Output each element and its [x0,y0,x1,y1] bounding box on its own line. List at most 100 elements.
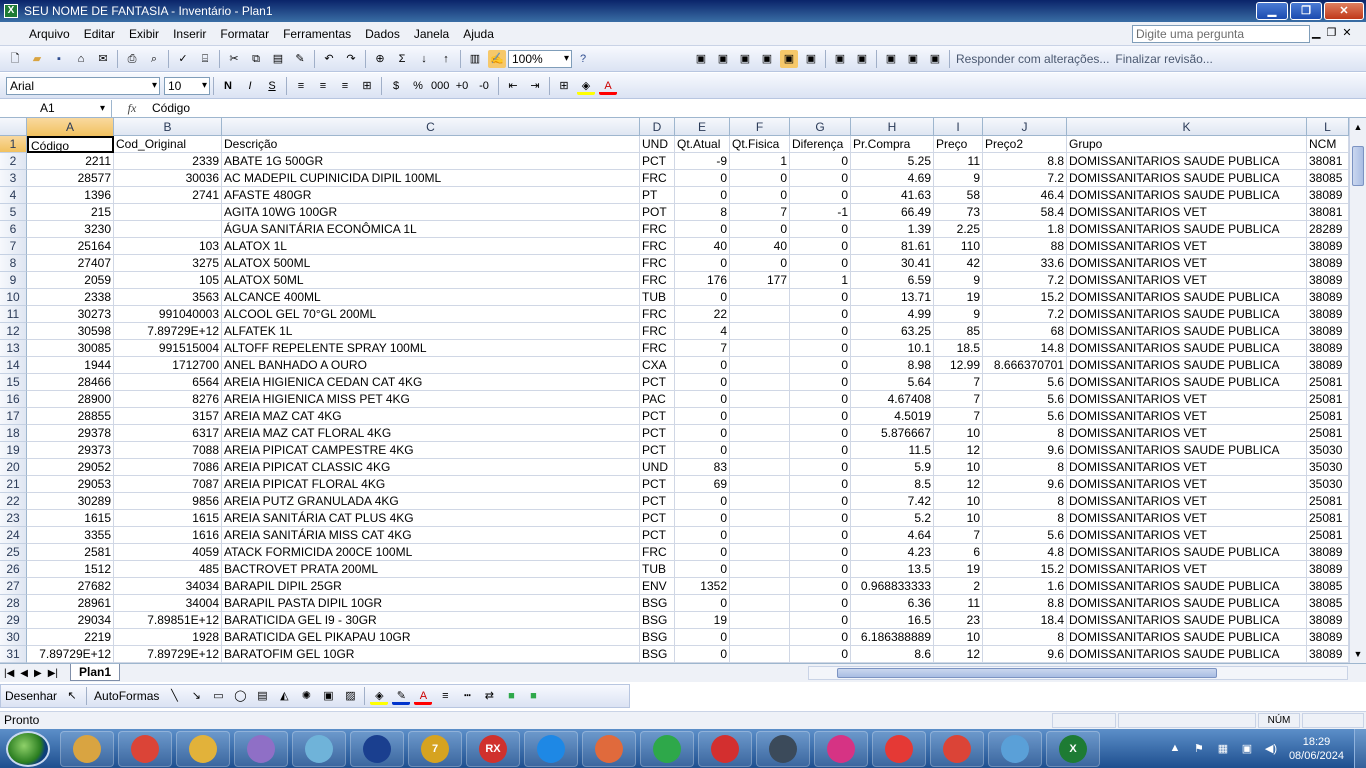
table-cell[interactable]: 5.6 [983,391,1067,408]
table-cell[interactable]: 13.5 [851,561,934,578]
font-color-draw-icon[interactable]: A [414,687,433,705]
table-cell[interactable]: 83 [675,459,730,476]
table-cell[interactable]: DOMISSANITARIOS SAUDE PUBLICA [1067,340,1307,357]
save-icon[interactable]: ▪ [50,50,68,68]
increase-indent-icon[interactable]: ⇥ [526,77,544,95]
insert-function-button[interactable]: fx [112,101,152,116]
row-header[interactable]: 14 [0,357,27,374]
row-header[interactable]: 6 [0,221,27,238]
table-cell[interactable] [730,578,790,595]
table-cell[interactable]: DOMISSANITARIOS VET [1067,255,1307,272]
scroll-down-icon[interactable]: ▼ [1352,647,1364,661]
table-cell[interactable]: 25081 [1307,527,1349,544]
table-cell[interactable]: 0 [675,255,730,272]
fill-color-draw-icon[interactable]: ◈ [370,687,389,705]
table-cell[interactable]: 0 [790,153,851,170]
font-size-select[interactable]: 10 [164,77,210,95]
table-cell[interactable] [114,221,222,238]
table-cell[interactable]: 19 [675,612,730,629]
table-cell[interactable]: 10.1 [851,340,934,357]
table-cell[interactable]: 1712700 [114,357,222,374]
table-cell[interactable]: FRC [640,255,675,272]
header-cell[interactable]: Descrição [222,136,640,153]
table-cell[interactable]: 3563 [114,289,222,306]
table-cell[interactable]: 4.23 [851,544,934,561]
table-cell[interactable]: 38089 [1307,357,1349,374]
bold-icon[interactable]: N [219,77,237,95]
row-header[interactable]: 7 [0,238,27,255]
table-cell[interactable]: 0 [790,340,851,357]
table-cell[interactable]: 9 [934,306,983,323]
autosum-icon[interactable]: Σ [393,50,411,68]
table-cell[interactable]: 10 [934,425,983,442]
table-cell[interactable]: 28900 [27,391,114,408]
row-header[interactable]: 3 [0,170,27,187]
table-cell[interactable]: 2581 [27,544,114,561]
table-cell[interactable]: 103 [114,238,222,255]
table-cell[interactable]: 1615 [114,510,222,527]
start-button[interactable] [6,730,50,767]
column-header-h[interactable]: H [851,118,934,136]
table-cell[interactable]: DOMISSANITARIOS SAUDE PUBLICA [1067,629,1307,646]
table-cell[interactable]: 0 [675,561,730,578]
table-cell[interactable]: 1.39 [851,221,934,238]
table-cell[interactable]: 66.49 [851,204,934,221]
last-sheet-icon[interactable]: ▶| [48,668,58,679]
table-cell[interactable]: 38085 [1307,578,1349,595]
table-cell[interactable]: 1928 [114,629,222,646]
minimize-button[interactable]: ▁ [1256,2,1288,20]
table-cell[interactable]: -1 [790,204,851,221]
taskbar-app-app-seven[interactable]: 7 [408,730,462,767]
column-header-g[interactable]: G [790,118,851,136]
align-center-icon[interactable]: ≡ [314,77,332,95]
table-cell[interactable] [730,646,790,663]
table-cell[interactable]: 177 [730,272,790,289]
column-header-a[interactable]: A [27,118,114,136]
table-cell[interactable]: 38089 [1307,561,1349,578]
table-cell[interactable]: 10 [934,629,983,646]
tray-security-icon[interactable]: ⚑ [1190,742,1208,756]
header-cell[interactable]: Preço [934,136,983,153]
taskbar-app-app-paint2[interactable] [988,730,1042,767]
menu-formatar[interactable]: Formatar [213,27,276,41]
doc-minimize-button[interactable]: ▁ [1312,26,1320,39]
table-cell[interactable]: 30273 [27,306,114,323]
table-cell[interactable] [730,391,790,408]
table-cell[interactable]: 3355 [27,527,114,544]
undo-icon[interactable]: ↶ [320,50,338,68]
table-cell[interactable]: ALCANCE 400ML [222,289,640,306]
formula-input[interactable]: Código [152,101,190,115]
table-cell[interactable]: AGITA 10WG 100GR [222,204,640,221]
table-cell[interactable]: BARAPIL DIPIL 25GR [222,578,640,595]
table-cell[interactable]: 4.99 [851,306,934,323]
table-cell[interactable]: 8 [983,510,1067,527]
table-cell[interactable]: 0 [790,561,851,578]
maximize-button[interactable]: ❐ [1290,2,1322,20]
table-cell[interactable]: DOMISSANITARIOS VET [1067,204,1307,221]
increase-decimal-icon[interactable]: +0 [453,77,471,95]
table-cell[interactable]: 38081 [1307,153,1349,170]
select-objects-icon[interactable]: ↖ [63,687,81,705]
show-desktop-button[interactable] [1354,729,1366,768]
table-cell[interactable]: 12.99 [934,357,983,374]
row-header[interactable]: 25 [0,544,27,561]
table-cell[interactable]: 38089 [1307,612,1349,629]
table-cell[interactable]: 88 [983,238,1067,255]
table-cell[interactable] [730,561,790,578]
row-header[interactable]: 8 [0,255,27,272]
borders-icon[interactable]: ⊞ [555,77,573,95]
header-cell[interactable]: UND [640,136,675,153]
table-cell[interactable]: ALTOFF REPELENTE SPRAY 100ML [222,340,640,357]
table-cell[interactable]: ALCOOL GEL 70°GL 200ML [222,306,640,323]
table-cell[interactable]: 6.36 [851,595,934,612]
header-cell[interactable]: NCM [1307,136,1349,153]
table-cell[interactable]: 1 [730,153,790,170]
table-cell[interactable]: 18.5 [934,340,983,357]
table-cell[interactable]: 46.4 [983,187,1067,204]
table-cell[interactable]: 1396 [27,187,114,204]
taskbar-app-app-p-red[interactable] [698,730,752,767]
column-header-l[interactable]: L [1307,118,1349,136]
table-cell[interactable]: 85 [934,323,983,340]
vertical-scroll-thumb[interactable] [1352,146,1364,186]
drawing-icon[interactable]: ✍ [488,50,506,68]
